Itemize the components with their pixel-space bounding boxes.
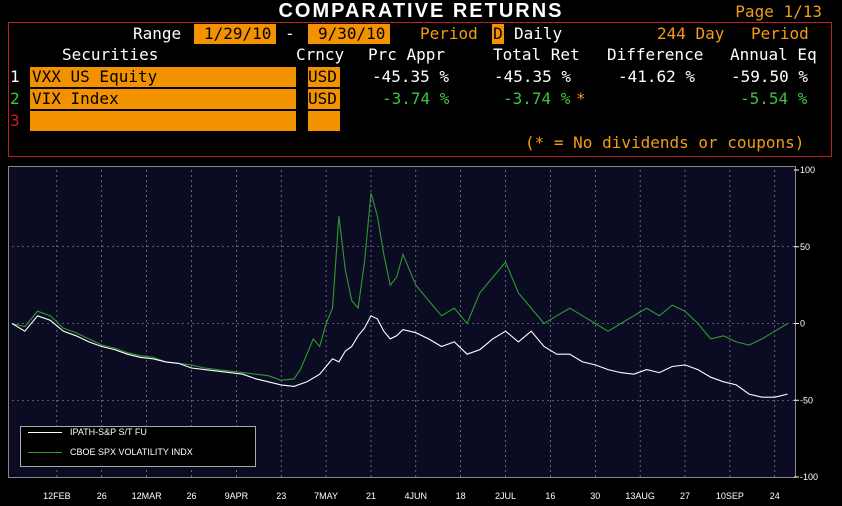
x-tick-label: 18 — [456, 491, 466, 501]
x-tick-label: 23 — [276, 491, 286, 501]
x-tick-label: 16 — [545, 491, 555, 501]
x-tick-label: 26 — [97, 491, 107, 501]
x-tick-label: 10SEP — [716, 491, 744, 501]
legend-label-series-2: CBOE SPX VOLATILITY INDX — [70, 447, 193, 457]
legend-swatch-white — [28, 432, 62, 433]
x-tick-label: 30 — [590, 491, 600, 501]
x-tick-label: 2JUL — [495, 491, 516, 501]
y-tick-label: -100 — [800, 472, 818, 482]
x-tick-label: 4JUN — [405, 491, 428, 501]
x-tick-label: 21 — [366, 491, 376, 501]
x-tick-label: 27 — [680, 491, 690, 501]
x-tick-label: 24 — [770, 491, 780, 501]
series-line-2 — [11, 192, 788, 381]
series-line-1 — [11, 315, 788, 398]
legend-swatch-green — [28, 452, 62, 453]
x-tick-label: 13AUG — [625, 491, 655, 501]
x-tick-label: 26 — [186, 491, 196, 501]
legend-label-series-1: IPATH-S&P S/T FU — [70, 427, 147, 437]
y-tick-label: -50 — [800, 395, 813, 405]
x-tick-label: 9APR — [225, 491, 249, 501]
y-tick-label: 100 — [800, 165, 815, 175]
x-tick-label: 12FEB — [43, 491, 71, 501]
y-tick-label: 0 — [800, 319, 805, 329]
y-tick-label: 50 — [800, 242, 810, 252]
x-tick-label: 12MAR — [132, 491, 163, 501]
x-tick-label: 7MAY — [314, 491, 338, 501]
